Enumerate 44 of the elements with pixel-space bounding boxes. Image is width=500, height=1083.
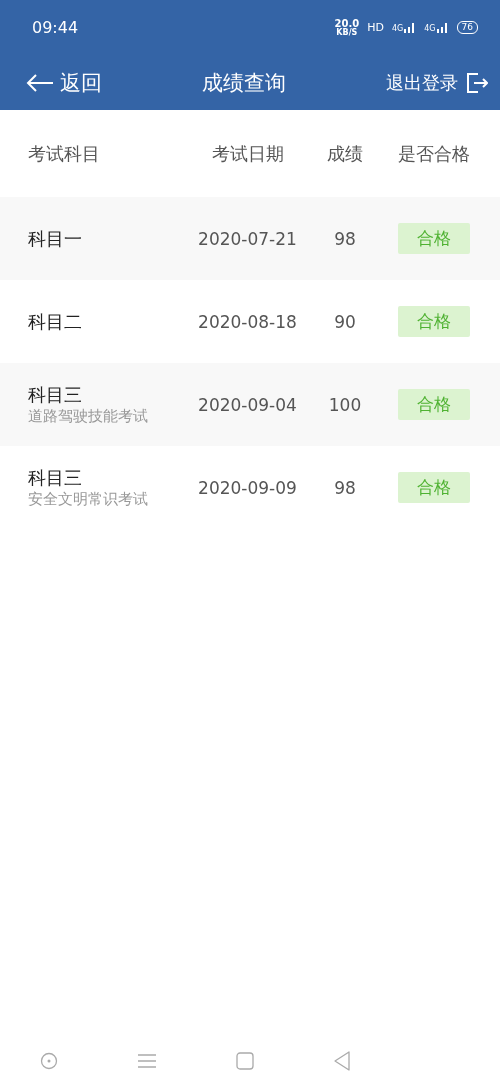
hd-label: HD: [367, 21, 384, 34]
result-badge: 合格: [397, 306, 470, 337]
result-row[interactable]: 科目二 2020-08-18 90 合格: [0, 280, 500, 363]
exam-score: 90: [333, 311, 357, 332]
home-icon[interactable]: [235, 1051, 254, 1070]
result-row[interactable]: 科目三 道路驾驶技能考试 2020-09-04 100 合格: [0, 363, 500, 446]
exam-date: 2020-09-09: [197, 477, 298, 498]
menu-icon[interactable]: [136, 1052, 157, 1069]
result-row[interactable]: 科目三 安全文明常识考试 2020-09-09 98 合格: [0, 446, 500, 529]
result-badge: 合格: [397, 223, 470, 254]
exam-score: 98: [333, 477, 357, 498]
signal-icon: [404, 22, 417, 33]
exam-score: 100: [327, 394, 363, 415]
subject-name: 科目一: [28, 226, 83, 251]
exam-date: 2020-09-04: [197, 394, 298, 415]
subject-name: 科目三: [28, 466, 83, 490]
exam-score: 98: [333, 228, 357, 249]
battery-level: 76: [456, 21, 478, 34]
speed-unit: KB/S: [336, 28, 358, 37]
logout-button[interactable]: 退出登录: [386, 70, 488, 95]
subject-name: 科目三: [28, 383, 83, 407]
subject-detail: 安全文明常识考试: [28, 490, 149, 509]
back-button[interactable]: 返回: [26, 68, 102, 97]
subject-name: 科目二: [28, 309, 83, 334]
logout-icon: [466, 71, 488, 94]
back-arrow-icon: [26, 72, 54, 93]
exam-date: 2020-07-21: [197, 228, 298, 249]
network-label: 4G: [424, 24, 436, 33]
result-badge: 合格: [397, 472, 470, 503]
column-header: 考试日期: [210, 141, 285, 166]
column-header: 成绩: [326, 141, 364, 166]
network-speed: 20.0: [334, 18, 360, 29]
status-time: 09:44: [32, 18, 79, 37]
result-badge: 合格: [397, 389, 470, 420]
subject-detail: 道路驾驶技能考试: [28, 407, 149, 426]
assistant-icon[interactable]: [39, 1051, 58, 1070]
exam-date: 2020-08-18: [197, 311, 298, 332]
result-row[interactable]: 科目一 2020-07-21 98 合格: [0, 197, 500, 280]
column-header: 是否合格: [396, 141, 471, 166]
back-icon[interactable]: [332, 1050, 351, 1071]
signal-icon: [436, 22, 449, 33]
page-title: 成绩查询: [201, 69, 287, 97]
column-header: 考试科目: [27, 141, 101, 166]
network-label: 4G: [391, 24, 404, 33]
